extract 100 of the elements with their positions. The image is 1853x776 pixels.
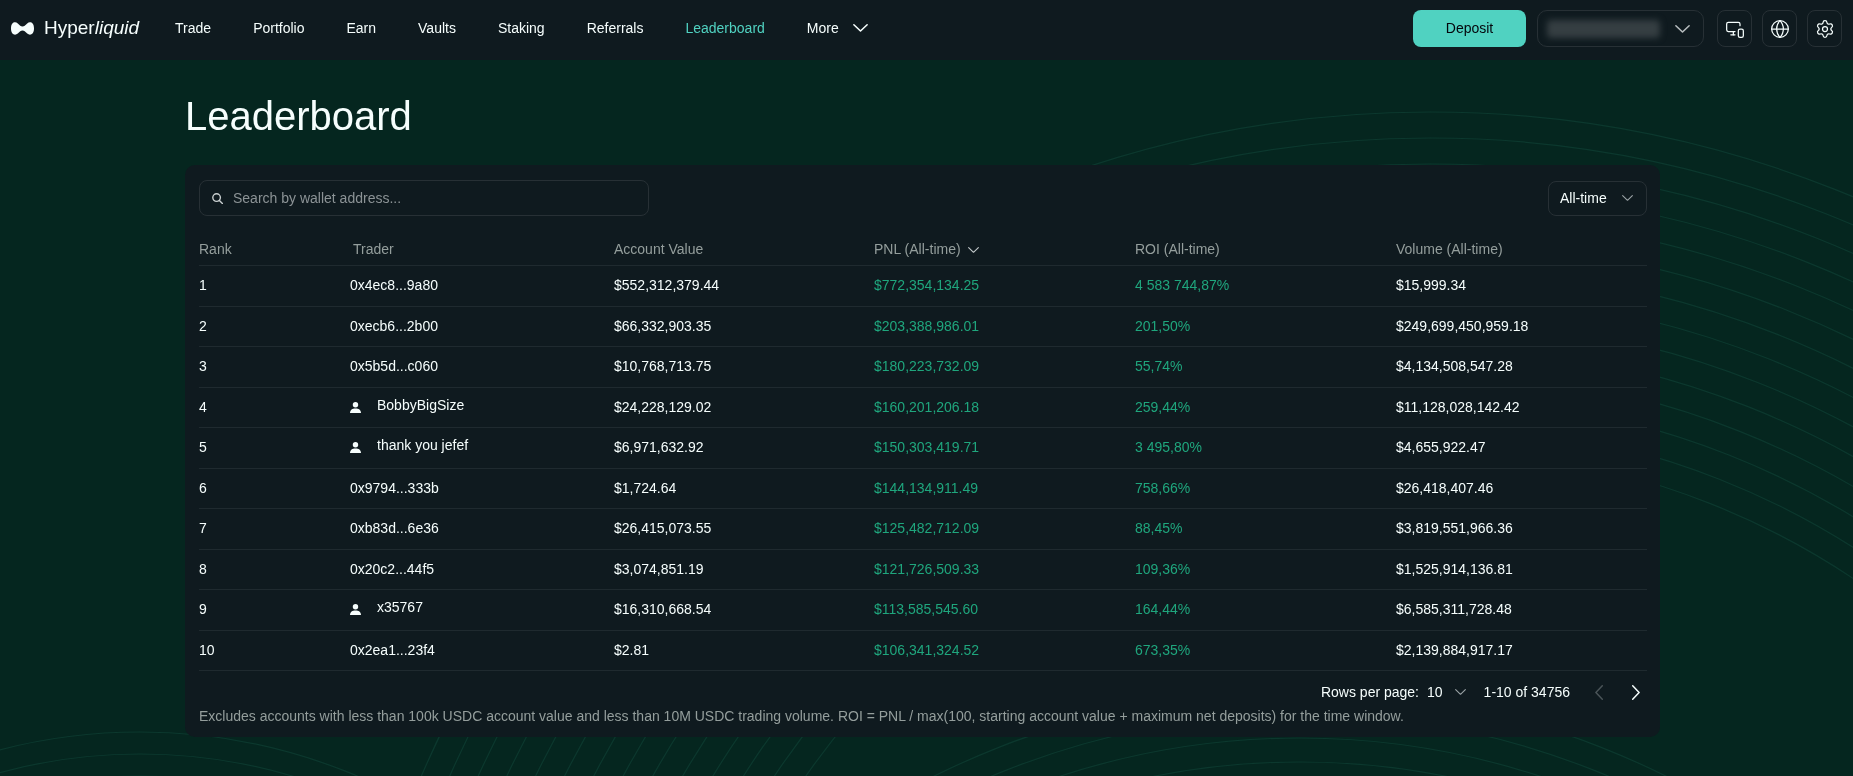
volume-text: $15,999.34 xyxy=(1396,276,1467,296)
rank-text: 5 xyxy=(199,438,207,458)
logo-wordmark[interactable]: Hyperliquid xyxy=(44,13,140,43)
column-header: Trader xyxy=(353,240,394,259)
account-value-text: $66,332,903.35 xyxy=(614,316,712,336)
rows-per-page-select[interactable]: 10 xyxy=(1427,681,1466,703)
account-value-text: $10,768,713.75 xyxy=(614,357,712,377)
volume-text: $2,139,884,917.17 xyxy=(1396,640,1513,660)
trader-address: 0x9794...333b xyxy=(350,478,439,498)
page-title: Leaderboard xyxy=(185,93,412,140)
period-dropdown[interactable]: All-time xyxy=(1548,180,1647,216)
volume-text: $6,585,311,728.48 xyxy=(1396,600,1512,620)
person-icon xyxy=(350,442,361,454)
trader-name: x35767 xyxy=(377,598,423,618)
nav-link[interactable]: Earn xyxy=(346,17,377,39)
account-value-text: $2.81 xyxy=(614,640,650,660)
rank-text: 6 xyxy=(199,478,207,498)
nav-link[interactable]: Staking xyxy=(497,17,545,39)
roi-text: 88,45% xyxy=(1135,519,1183,539)
footnote-text: Excludes accounts with less than 100k USDC account value and less than 10M USDC trading volume. ROI = PNL / max(100, starting account value + maximum net deposits) for the time window. xyxy=(199,707,1405,725)
trader-address: 0x20c2...44f5 xyxy=(350,559,435,579)
trader-address: 0x2ea1...23f4 xyxy=(350,640,435,660)
pnl-text: $113,585,545.60 xyxy=(874,600,979,620)
chevron-down-icon xyxy=(1675,24,1690,33)
next-page-button[interactable] xyxy=(1631,683,1641,701)
roi-text: 259,44% xyxy=(1135,397,1191,417)
volume-text: $4,655,922.47 xyxy=(1396,438,1486,458)
trader-name: thank you jefef xyxy=(377,436,469,456)
roi-text: 164,44% xyxy=(1135,600,1191,620)
column-header: Account Value xyxy=(614,240,704,259)
logo-icon xyxy=(11,20,34,36)
search-field[interactable]: Search by wallet address... xyxy=(199,180,649,216)
chevron-down-icon xyxy=(1454,689,1466,695)
pnl-text: $121,726,509.33 xyxy=(874,559,980,579)
nav-link[interactable]: Portfolio xyxy=(253,17,305,39)
pnl-text: $144,134,911.49 xyxy=(874,478,979,498)
chevron-down-icon xyxy=(852,24,868,32)
language-button[interactable] xyxy=(1762,10,1797,47)
volume-text: $249,699,450,959.18 xyxy=(1396,316,1529,336)
nav-menu[interactable]: More xyxy=(806,17,868,39)
account-value-text: $3,074,851.19 xyxy=(614,559,704,579)
roi-text: 55,74% xyxy=(1135,357,1183,377)
chevron-down-icon xyxy=(967,246,979,253)
pnl-text: $180,223,732.09 xyxy=(874,357,980,377)
nav-link[interactable]: Leaderboard xyxy=(685,17,765,39)
pnl-text: $106,341,324.52 xyxy=(874,640,980,660)
trader-name: BobbyBigSize xyxy=(377,395,465,415)
volume-text: $4,134,508,547.28 xyxy=(1396,357,1513,377)
account-value-text: $1,724.64 xyxy=(614,478,677,498)
person-icon xyxy=(350,401,361,413)
settings-button[interactable] xyxy=(1807,10,1842,47)
volume-text: $11,128,028,142.42 xyxy=(1396,397,1520,417)
chevron-right-icon xyxy=(1632,684,1640,700)
chevron-down-icon xyxy=(1622,195,1633,201)
rows-per-page-label: Rows per page: xyxy=(1320,682,1419,702)
volume-text: $3,819,551,966.36 xyxy=(1396,519,1513,539)
trader-address: 0xb83d...6e36 xyxy=(350,519,439,539)
trader-address: 0xecb6...2b00 xyxy=(350,316,438,336)
rank-text: 2 xyxy=(199,316,207,336)
roi-text: 4 583 744,87% xyxy=(1135,276,1230,296)
devices-button[interactable] xyxy=(1717,10,1752,47)
column-header: Rank xyxy=(199,240,232,259)
chevron-left-icon xyxy=(1595,684,1603,700)
search-icon xyxy=(212,193,223,204)
person-icon xyxy=(350,604,361,616)
rank-text: 3 xyxy=(199,357,207,377)
nav-link[interactable]: Trade xyxy=(175,17,212,39)
account-value-text: $26,415,073.55 xyxy=(614,519,712,539)
page-range-text: 1-10 of 34756 xyxy=(1483,682,1570,702)
globe-icon xyxy=(1769,18,1790,39)
trader-address: 0x4ec8...9a80 xyxy=(350,276,438,296)
nav-link[interactable]: Vaults xyxy=(418,17,456,39)
column-header: Volume (All-time) xyxy=(1396,240,1503,259)
volume-text: $1,525,914,136.81 xyxy=(1396,559,1513,579)
rank-text: 4 xyxy=(199,397,207,417)
rank-text: 9 xyxy=(199,600,207,620)
rank-text: 1 xyxy=(199,276,207,296)
pnl-text: $160,201,206.18 xyxy=(874,397,980,417)
roi-text: 3 495,80% xyxy=(1135,438,1202,458)
column-header[interactable]: PNL (All-time) xyxy=(874,239,979,260)
roi-text: 201,50% xyxy=(1135,316,1191,336)
account-value-text: $24,228,129.02 xyxy=(614,397,712,417)
deposit-button[interactable]: Deposit xyxy=(1413,10,1526,47)
rank-text: 8 xyxy=(199,559,207,579)
rank-text: 7 xyxy=(199,519,207,539)
pnl-text: $125,482,712.09 xyxy=(874,519,980,539)
account-value-text: $552,312,379.44 xyxy=(614,276,720,296)
roi-text: 758,66% xyxy=(1135,478,1191,498)
volume-text: $26,418,407.46 xyxy=(1396,478,1494,498)
pnl-text: $203,388,986.01 xyxy=(874,316,980,336)
trader-address: 0x5b5d...c060 xyxy=(350,357,438,377)
roi-text: 109,36% xyxy=(1135,559,1191,579)
settings-icon xyxy=(1814,18,1835,39)
roi-text: 673,35% xyxy=(1135,640,1191,660)
pnl-text: $150,303,419.71 xyxy=(874,438,980,458)
account-value-text: $6,971,632.92 xyxy=(614,438,704,458)
nav-link[interactable]: Referrals xyxy=(586,17,644,39)
column-header: ROI (All-time) xyxy=(1135,240,1220,259)
pnl-text: $772,354,134.25 xyxy=(874,276,980,296)
account-value-text: $16,310,668.54 xyxy=(614,600,712,620)
